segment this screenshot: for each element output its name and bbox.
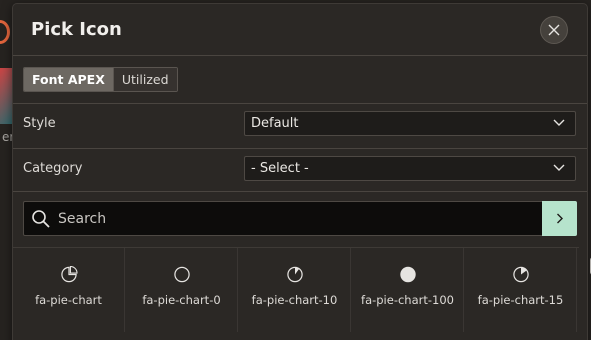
icon-option-fa-pie-chart-15[interactable]: fa-pie-chart-15 — [465, 248, 577, 332]
pie-chart-icon — [60, 266, 77, 283]
icon-source-tabs: Font APEX Utilized — [23, 67, 178, 92]
search-box — [23, 201, 577, 236]
category-select[interactable]: - Select - — [244, 156, 576, 181]
dialog-title: Pick Icon — [31, 19, 122, 40]
search-input[interactable] — [58, 202, 548, 235]
tab-utilized[interactable]: Utilized — [112, 68, 177, 91]
style-select-value: Default — [251, 116, 299, 131]
search-icon — [32, 210, 50, 228]
icon-option-fa-pie-chart-10[interactable]: fa-pie-chart-10 — [239, 248, 351, 332]
tab-font-apex[interactable]: Font APEX — [24, 68, 113, 91]
dialog-header: Pick Icon — [13, 4, 587, 56]
search-go-button[interactable] — [542, 201, 577, 236]
icon-option-label: fa-pie-chart-0 — [142, 293, 221, 307]
close-button[interactable] — [540, 16, 568, 44]
style-select[interactable]: Default — [244, 111, 576, 136]
icon-option-label: fa-pie-chart-10 — [251, 293, 338, 307]
pick-icon-dialog: Pick Icon Font APEX Utilized Style Defau… — [12, 3, 591, 340]
icon-option-label: fa-pie-chart — [35, 293, 102, 307]
style-label: Style — [23, 116, 56, 131]
icon-option-fa-pie-chart[interactable]: fa-pie-chart — [13, 248, 125, 332]
chevron-down-icon — [553, 119, 565, 126]
background-ring-icon — [0, 20, 10, 44]
icon-option-label: fa-pie-chart-100 — [361, 293, 454, 307]
chevron-down-icon — [553, 164, 565, 171]
icon-grid: fa-pie-chart fa-pie-chart-0 fa-pie-chart-1… — [13, 247, 579, 340]
icon-option-fa-pie-chart-0[interactable]: fa-pie-chart-0 — [126, 248, 238, 332]
category-label: Category — [23, 161, 83, 176]
category-select-value: - Select - — [251, 161, 309, 176]
divider — [13, 148, 587, 149]
chevron-right-icon — [556, 213, 563, 224]
pie-chart-icon — [399, 266, 416, 283]
pie-chart-icon — [512, 266, 529, 283]
divider — [13, 191, 587, 192]
pie-chart-icon — [173, 266, 190, 283]
close-icon — [548, 24, 560, 36]
icon-option-fa-pie-chart-100[interactable]: fa-pie-chart-100 — [352, 248, 464, 332]
divider — [13, 103, 587, 104]
icon-option-label: fa-pie-chart-15 — [477, 293, 564, 307]
pie-chart-icon — [286, 266, 303, 283]
